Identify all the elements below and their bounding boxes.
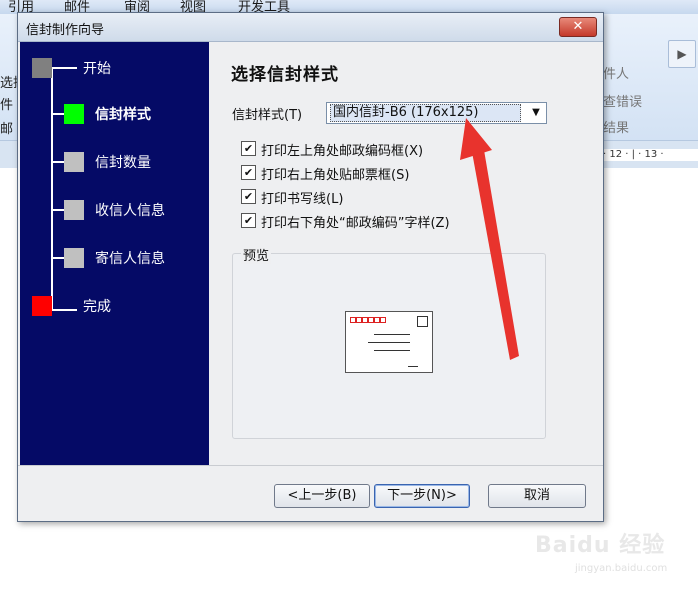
annotation-arrow-icon [460,118,519,360]
watermark-url: jingyan.baidu.com [575,563,668,574]
watermark-logo: Baidu 经验 [535,533,666,558]
